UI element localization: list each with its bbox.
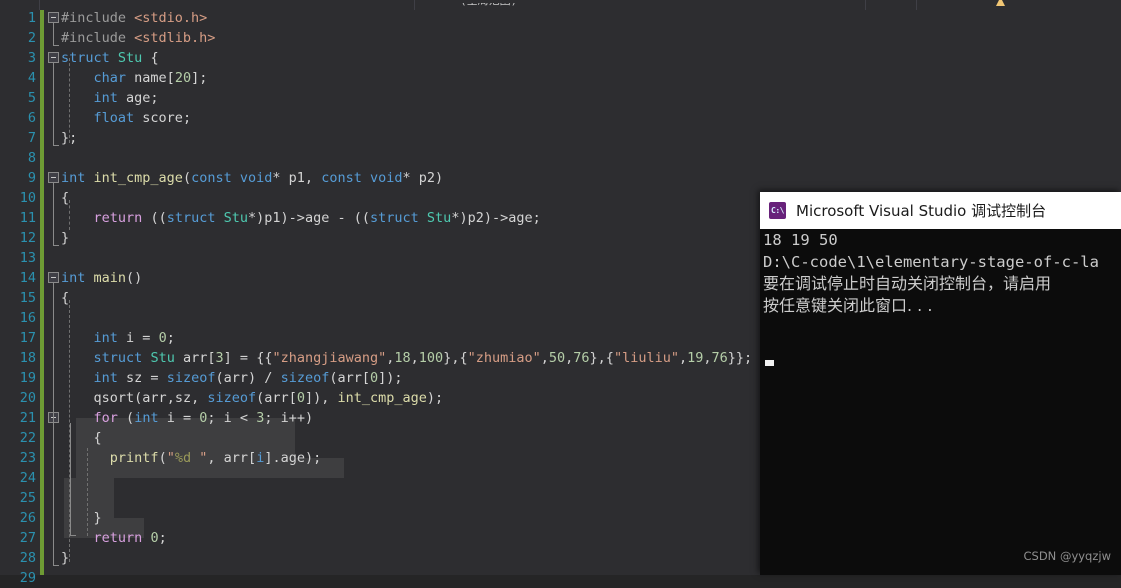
line-number: 20 bbox=[19, 390, 36, 406]
fold-bracket-end bbox=[53, 145, 59, 146]
selection-highlight bbox=[64, 478, 114, 498]
code-line: { bbox=[61, 190, 70, 206]
fold-toggle-icon[interactable] bbox=[48, 172, 59, 183]
fold-bracket-end bbox=[53, 565, 59, 566]
code-line: char name[20]; bbox=[93, 70, 208, 86]
fold-bracket-line bbox=[53, 183, 54, 245]
code-line: for (int i = 0; i < 3; i++) bbox=[93, 410, 314, 426]
code-line: { bbox=[61, 290, 70, 306]
fold-bracket-end bbox=[53, 45, 59, 46]
code-line: qsort(arr,sz, sizeof(arr[0]), int_cmp_ag… bbox=[93, 390, 444, 406]
line-number: 22 bbox=[19, 430, 36, 446]
line-number: 17 bbox=[19, 330, 36, 346]
line-number: 16 bbox=[19, 310, 36, 326]
code-line: int age; bbox=[93, 90, 159, 106]
line-number: 24 bbox=[19, 470, 36, 486]
console-output-line: 按任意键关闭此窗口. . . bbox=[763, 296, 933, 315]
console-window[interactable]: Microsoft Visual Studio 调试控制台 18 19 50 D… bbox=[760, 192, 1121, 575]
line-number: 28 bbox=[19, 550, 36, 566]
line-number: 11 bbox=[19, 210, 36, 226]
fold-bracket-line bbox=[53, 63, 54, 145]
line-number: 21 bbox=[19, 410, 36, 426]
line-number: 2 bbox=[27, 30, 36, 46]
line-number: 19 bbox=[19, 370, 36, 386]
line-number: 9 bbox=[27, 170, 36, 186]
line-number: 10 bbox=[19, 190, 36, 206]
fold-bracket-line bbox=[53, 23, 54, 45]
line-number: 25 bbox=[19, 490, 36, 506]
code-line: }; bbox=[61, 130, 78, 146]
code-line: printf("%d ", arr[i].age); bbox=[109, 450, 322, 466]
line-number: 5 bbox=[27, 90, 36, 106]
line-number: 3 bbox=[27, 50, 36, 66]
code-line: } bbox=[93, 510, 102, 526]
line-number: 27 bbox=[19, 530, 36, 546]
fold-toggle-icon[interactable] bbox=[48, 12, 59, 23]
code-line: int main() bbox=[61, 270, 143, 286]
line-number: 12 bbox=[19, 230, 36, 246]
code-line: #include <stdlib.h> bbox=[61, 30, 216, 46]
code-line: return ((struct Stu*)p1)->age - ((struct… bbox=[93, 210, 541, 226]
console-output-area[interactable]: 18 19 50 D:\C-code\1\elementary-stage-of… bbox=[760, 229, 1121, 575]
line-number: 6 bbox=[27, 110, 36, 126]
code-line: return 0; bbox=[93, 530, 167, 546]
code-line: int int_cmp_age(const void* p1, const vo… bbox=[61, 170, 444, 186]
console-titlebar[interactable]: Microsoft Visual Studio 调试控制台 bbox=[760, 192, 1121, 230]
console-output-line: 要在调试停止时自动关闭控制台，请启用 bbox=[763, 274, 1052, 293]
top-tab-strip: (全局范围) bbox=[0, 0, 1121, 10]
code-line: float score; bbox=[93, 110, 192, 126]
fold-bracket-line bbox=[53, 283, 54, 565]
code-line: int i = 0; bbox=[93, 330, 175, 346]
line-number-gutter: 1 2 3 4 5 6 7 8 9 10 11 12 13 14 15 16 1… bbox=[0, 10, 40, 586]
line-number: 7 bbox=[27, 130, 36, 146]
code-line: } bbox=[61, 550, 70, 566]
line-number: 8 bbox=[27, 150, 36, 166]
console-app-icon bbox=[769, 202, 786, 219]
console-output-line: D:\C-code\1\elementary-stage-of-c-la bbox=[763, 253, 1099, 271]
code-line: { bbox=[93, 430, 102, 446]
line-number: 26 bbox=[19, 510, 36, 526]
console-caret bbox=[765, 360, 774, 366]
line-number: 23 bbox=[19, 450, 36, 466]
watermark-text: CSDN @yyqzjw bbox=[1023, 549, 1112, 563]
fold-toggle-icon[interactable] bbox=[48, 52, 59, 63]
line-number: 29 bbox=[19, 570, 36, 586]
code-line: int sz = sizeof(arr) / sizeof(arr[0]); bbox=[93, 370, 403, 386]
code-line: #include <stdio.h> bbox=[61, 10, 208, 26]
console-output-line: 18 19 50 bbox=[763, 231, 838, 249]
fold-toggle-icon[interactable] bbox=[48, 272, 59, 283]
code-line: struct Stu { bbox=[61, 50, 159, 66]
code-line: } bbox=[61, 230, 70, 246]
fold-bracket-end bbox=[53, 245, 59, 246]
line-number: 18 bbox=[19, 350, 36, 366]
tab-sliver-right[interactable] bbox=[916, 0, 1121, 10]
line-number: 13 bbox=[19, 250, 36, 266]
console-title-text: Microsoft Visual Studio 调试控制台 bbox=[796, 202, 1047, 220]
line-number: 14 bbox=[19, 270, 36, 286]
code-line: struct Stu arr[3] = {{"zhangjiawang",18,… bbox=[93, 350, 753, 366]
line-number: 15 bbox=[19, 290, 36, 306]
line-number: 1 bbox=[27, 10, 36, 26]
line-number: 4 bbox=[27, 70, 36, 86]
